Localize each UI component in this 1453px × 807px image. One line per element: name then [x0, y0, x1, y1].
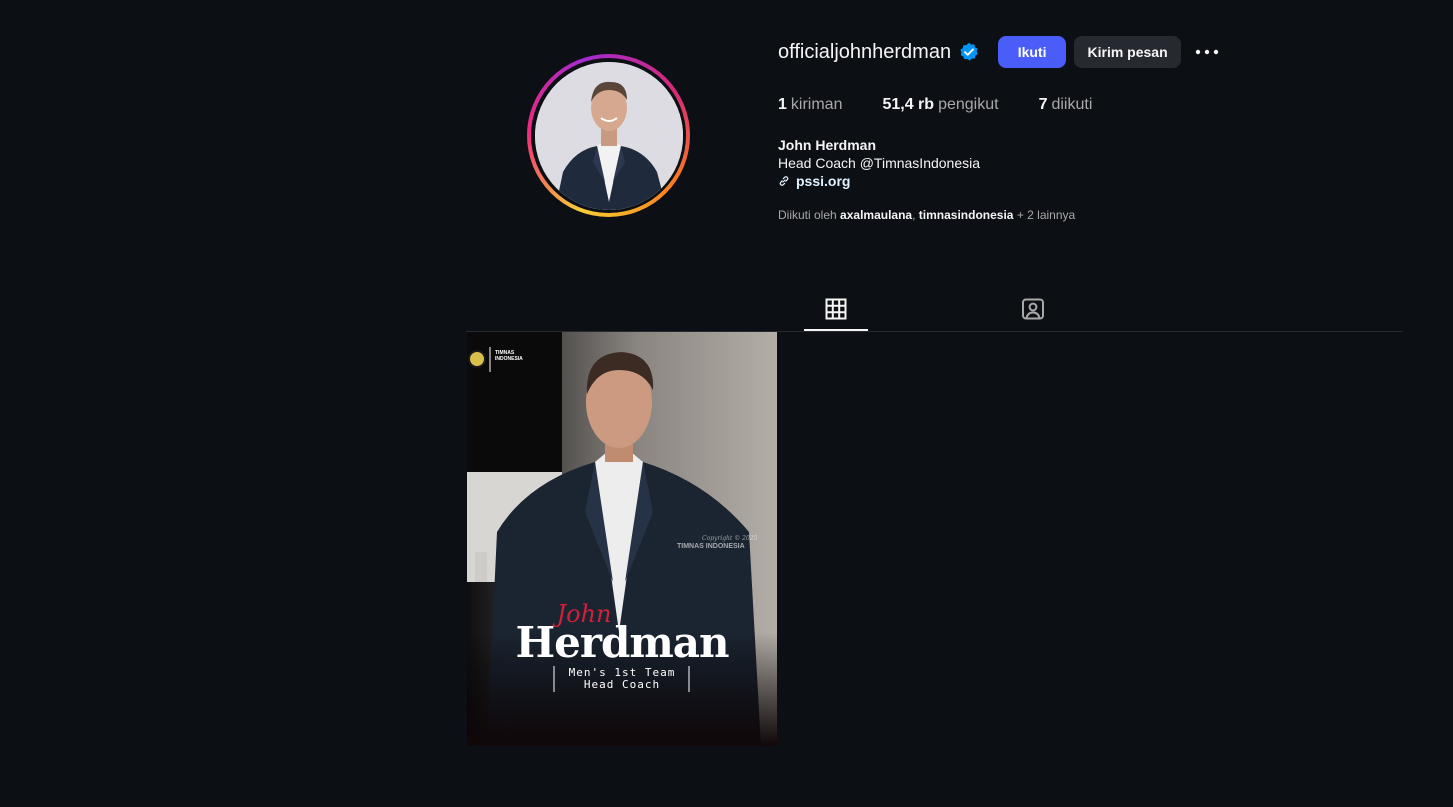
avatar: [534, 61, 683, 210]
profile-stats: 1 kiriman 51,4 rb pengikut 7 diikuti: [778, 96, 1132, 114]
tab-tagged[interactable]: [1001, 294, 1065, 331]
following-count-value: 7: [1038, 96, 1048, 113]
post-brand-mark: TIMNAS INDONESIA: [495, 350, 523, 362]
tab-posts[interactable]: [804, 294, 868, 331]
bio-description: Head Coach @TimnasIndonesia: [778, 155, 981, 171]
profile-header-row: officialjohnherdman Ikuti Kirim pesan: [778, 36, 1219, 68]
profile-page: officialjohnherdman Ikuti Kirim pesan 1k…: [0, 0, 1453, 807]
username: officialjohnherdman: [778, 40, 952, 63]
followed-by[interactable]: Diikuti oleh axalmaulana, timnasindonesi…: [778, 208, 1075, 222]
post-surname: Herdman: [515, 618, 729, 667]
profile-avatar-ring[interactable]: [527, 54, 690, 217]
tagged-icon: [1022, 298, 1044, 320]
followed-by-user-1: axalmaulana: [840, 208, 913, 222]
post-role-line-2: Head Coach: [583, 678, 661, 691]
followed-by-suffix: + 2 lainnya: [1016, 208, 1076, 222]
grid-icon: [825, 298, 847, 320]
bio-link[interactable]: pssi.org: [778, 172, 980, 190]
post-thumbnail[interactable]: TIMNAS INDONESIA Copyright © 2025 TIMNAS…: [467, 332, 777, 746]
following-count-label: diikuti: [1051, 96, 1093, 113]
followed-by-separator: ,: [912, 208, 916, 222]
profile-bio: John Herdman Head Coach @TimnasIndonesia…: [778, 136, 980, 190]
more-horizontal-icon[interactable]: [1195, 40, 1219, 64]
followers-count-value: 51,4 rb: [882, 96, 935, 113]
post-watermark: TIMNAS INDONESIA: [677, 543, 745, 550]
posts-count: 1 kiriman: [778, 96, 842, 114]
following-count[interactable]: 7 diikuti: [1039, 96, 1093, 114]
followers-count[interactable]: 51,4 rb pengikut: [882, 96, 998, 114]
bio-link-text: pssi.org: [796, 173, 851, 189]
full-name: John Herdman: [778, 137, 877, 153]
send-message-button[interactable]: Kirim pesan: [1074, 36, 1182, 68]
post-copyright: Copyright © 2025: [702, 535, 758, 542]
followed-by-prefix: Diikuti oleh: [778, 208, 837, 222]
verified-badge-icon: [959, 42, 979, 62]
followed-by-user-2: timnasindonesia: [918, 208, 1014, 222]
posts-count-value: 1: [778, 96, 787, 113]
posts-count-label: kiriman: [790, 96, 843, 113]
follow-button[interactable]: Ikuti: [998, 36, 1067, 68]
link-icon: [779, 176, 789, 186]
followers-count-label: pengikut: [938, 96, 999, 113]
